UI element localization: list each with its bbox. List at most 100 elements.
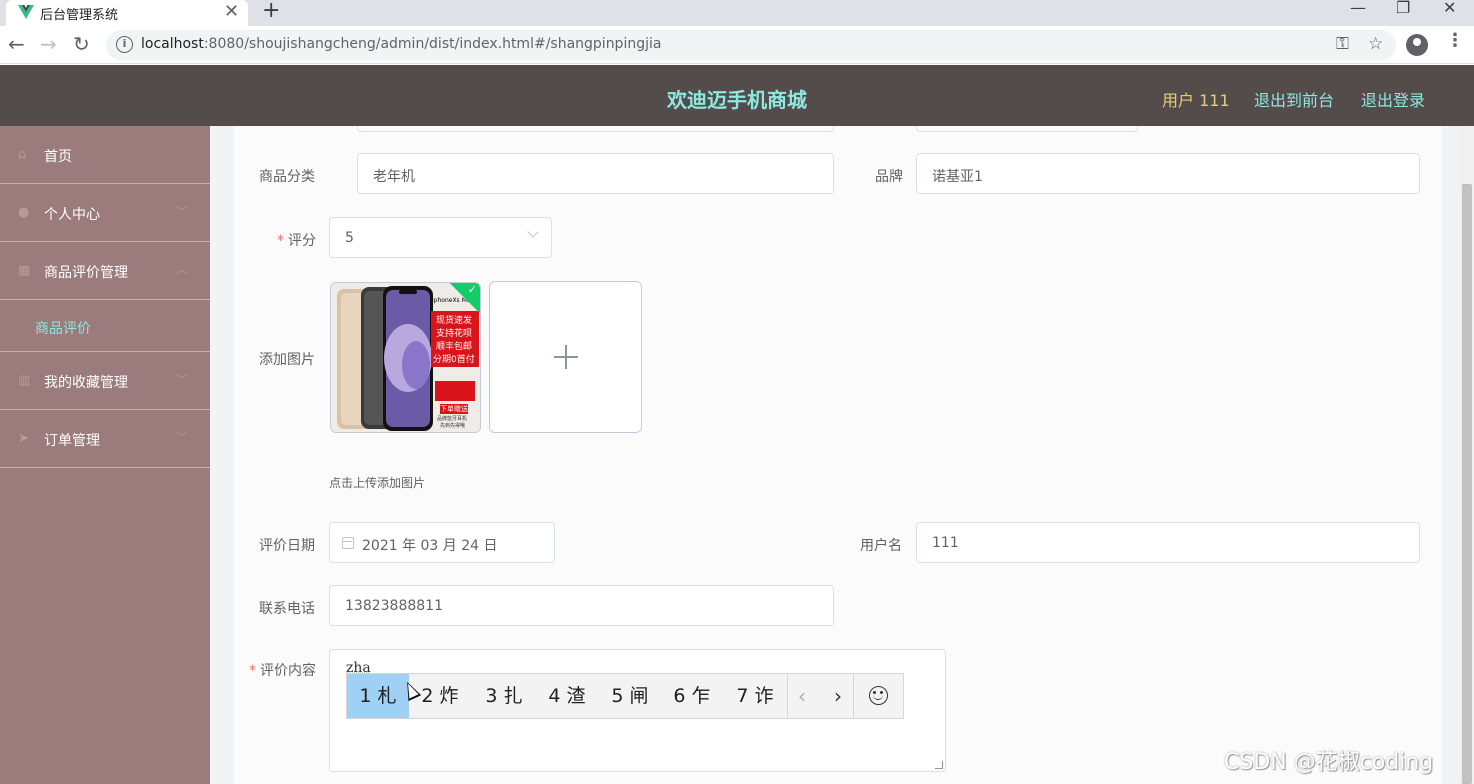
- sidebar-item-review[interactable]: 商品评价: [0, 300, 210, 352]
- upload-hint: 点击上传添加图片: [329, 476, 426, 490]
- username-value: 111: [932, 535, 959, 551]
- sidebar-item-orders[interactable]: ➤ 订单管理 ﹀: [0, 410, 210, 468]
- sidebar-item-profile[interactable]: ● 个人中心 ﹀: [0, 184, 210, 242]
- promo-line: 顺丰包邮: [436, 342, 473, 352]
- app-header: 欢迪迈手机商城 用户 111 退出到前台 退出登录: [0, 65, 1474, 126]
- home-icon: ⌂: [18, 147, 27, 162]
- minimize-button[interactable]: —: [1350, 0, 1366, 17]
- bookmark-star-icon[interactable]: ☆: [1368, 34, 1383, 54]
- sidebar-item-home[interactable]: ⌂ 首页: [0, 126, 210, 184]
- back-arrow-icon[interactable]: ←: [8, 32, 25, 56]
- prev-row-input: [357, 126, 834, 132]
- ime-next-icon[interactable]: ›: [823, 674, 853, 718]
- phone-value: 13823888811: [345, 598, 443, 614]
- ime-candidate[interactable]: 2 炸: [413, 674, 467, 718]
- check-icon: ✓: [467, 283, 477, 296]
- emoji-icon[interactable]: [869, 686, 888, 705]
- tab-close-icon[interactable]: ✕: [224, 1, 239, 22]
- date-picker[interactable]: 2021 年 03 月 24 日: [329, 522, 555, 563]
- user-icon: ●: [18, 205, 30, 220]
- browser-tab[interactable]: 后台管理系统 ✕: [6, 0, 248, 26]
- sidebar-item-label: 我的收藏管理: [44, 375, 128, 391]
- promo-line: 分期0首付: [433, 355, 475, 365]
- promo-small: 先到先得哦: [440, 423, 466, 429]
- tab-title: 后台管理系统: [40, 8, 119, 23]
- sidebar-item-label: 个人中心: [44, 207, 100, 223]
- address-bar[interactable]: i localhost:8080/shoujishangcheng/admin/…: [106, 30, 1396, 60]
- category-value: 老年机: [373, 169, 415, 185]
- browser-toolbar: ← → ↻ i localhost:8080/shoujishangcheng/…: [0, 26, 1474, 64]
- url-text: localhost:8080/shoujishangcheng/admin/di…: [141, 36, 662, 52]
- ime-divider: [853, 674, 854, 718]
- sidebar: ⌂ 首页 ● 个人中心 ﹀ ▦ 商品评价管理 ︿ 商品评价 ▥ 我的收藏管理 ﹀…: [0, 126, 210, 784]
- username-label: 用户名: [860, 538, 902, 554]
- calendar-icon: [342, 537, 354, 549]
- prev-row-input: [916, 126, 1138, 132]
- resize-handle-icon[interactable]: [935, 761, 943, 769]
- browser-menu-icon[interactable]: ⋮: [1446, 30, 1464, 51]
- chevron-down-icon: [527, 226, 539, 238]
- brand-value: 诺基亚1: [932, 169, 983, 185]
- browser-tabstrip: 后台管理系统 ✕ + — ❐ ✕: [0, 0, 1474, 26]
- phone-label: 联系电话: [259, 601, 315, 617]
- page-scrollbar[interactable]: [1460, 126, 1474, 784]
- ime-candidate[interactable]: 5 闸: [603, 674, 657, 718]
- sidebar-item-label: 商品评价管理: [44, 265, 128, 281]
- scrollbar-thumb[interactable]: [1462, 184, 1472, 784]
- site-info-icon[interactable]: i: [116, 36, 133, 53]
- phone-field[interactable]: 13823888811: [329, 585, 834, 626]
- chevron-down-icon: ﹀: [176, 431, 187, 444]
- grid-icon: ▦: [18, 263, 31, 278]
- promo-banner: 下单赠送: [440, 404, 468, 414]
- username-field[interactable]: 111: [916, 522, 1420, 563]
- forward-arrow-icon[interactable]: →: [40, 32, 57, 56]
- required-mark: *: [277, 233, 284, 249]
- folder-icon: ▥: [18, 373, 31, 388]
- ime-candidate[interactable]: 3 扎: [477, 674, 531, 718]
- promo-line: 现货速发: [436, 316, 473, 326]
- chevron-down-icon: ﹀: [176, 373, 187, 386]
- sidebar-item-favorites[interactable]: ▥ 我的收藏管理 ﹀: [0, 352, 210, 410]
- category-label: 商品分类: [259, 169, 315, 185]
- current-user: 用户 111: [1162, 91, 1230, 110]
- brand-field[interactable]: 诺基亚1: [916, 153, 1420, 194]
- chevron-down-icon: ﹀: [176, 205, 187, 218]
- ime-candidate[interactable]: 7 诈: [728, 674, 782, 718]
- vue-logo-icon: [18, 5, 34, 19]
- image-label: 添加图片: [259, 352, 315, 368]
- app-title: 欢迪迈手机商城: [667, 88, 807, 112]
- send-icon: ➤: [18, 431, 29, 446]
- to-front-link[interactable]: 退出到前台: [1254, 87, 1334, 111]
- chevron-up-icon: ︿: [176, 263, 187, 276]
- ime-candidate[interactable]: 6 乍: [665, 674, 719, 718]
- key-icon[interactable]: ⚿: [1336, 34, 1349, 54]
- promo-line: 支持花呗: [436, 329, 473, 339]
- ime-candidate[interactable]: 4 渣: [540, 674, 594, 718]
- close-window-button[interactable]: ✕: [1443, 0, 1456, 17]
- rating-select[interactable]: 5: [329, 217, 552, 258]
- category-field[interactable]: 老年机: [357, 153, 834, 194]
- watermark: CSDN @花椒coding: [1224, 750, 1434, 775]
- logout-link[interactable]: 退出登录: [1361, 87, 1425, 111]
- add-image-button[interactable]: [489, 281, 642, 433]
- content-label: * 评价内容: [249, 663, 316, 679]
- date-value: 2021 年 03 月 24 日: [362, 538, 498, 554]
- required-mark: *: [249, 663, 256, 679]
- sidebar-item-label: 订单管理: [44, 433, 100, 449]
- plus-icon: [554, 345, 578, 369]
- brand-label: 品牌: [875, 169, 903, 185]
- rating-label: * 评分: [277, 233, 316, 249]
- new-tab-button[interactable]: +: [262, 0, 280, 23]
- ime-prev-icon[interactable]: ‹: [787, 674, 817, 718]
- profile-avatar-icon[interactable]: [1406, 34, 1428, 56]
- ime-candidate[interactable]: 1 札: [347, 674, 409, 718]
- uploaded-image[interactable]: iphoneXs Max 现货速发 支持花呗 顺丰包邮 分期0首付 下单赠送 品…: [330, 282, 481, 433]
- date-label: 评价日期: [259, 538, 315, 554]
- sidebar-item-label: 首页: [44, 149, 72, 165]
- reload-icon[interactable]: ↻: [73, 32, 90, 56]
- rating-value: 5: [345, 230, 354, 246]
- sidebar-item-review-manage[interactable]: ▦ 商品评价管理 ︿: [0, 242, 210, 300]
- sidebar-item-label: 商品评价: [35, 321, 91, 337]
- promo-small: 品牌蓝牙耳机: [437, 416, 468, 422]
- restore-button[interactable]: ❐: [1396, 0, 1410, 17]
